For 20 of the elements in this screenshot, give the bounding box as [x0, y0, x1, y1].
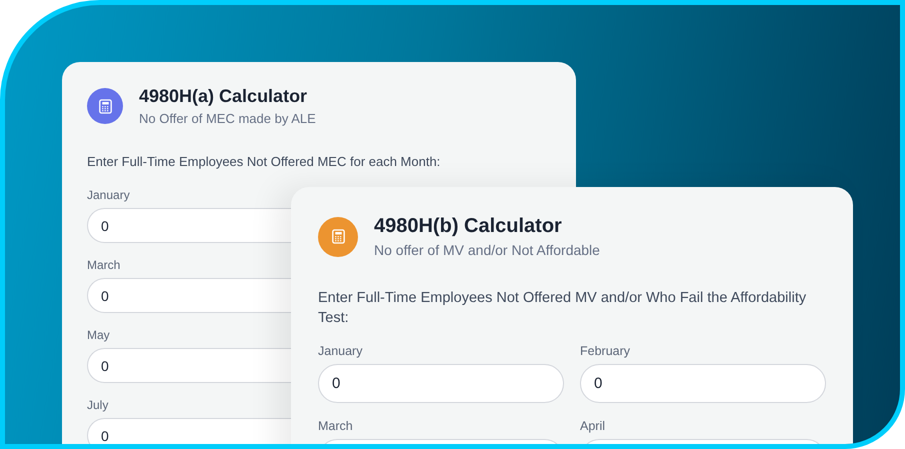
month-label: March	[318, 419, 354, 433]
card-title: 4980H(a) Calculator	[139, 86, 308, 107]
number-input[interactable]: 0	[318, 364, 564, 403]
instruction-text: Enter Full-Time Employees Not Offered MV and/or Who Fail the Affordability Test:	[318, 289, 808, 328]
instruction-text: Enter Full-Time Employees Not Offered MEC for each Month:	[87, 153, 442, 171]
card-subtitle: No Offer of MEC made by ALE	[139, 111, 316, 126]
number-input[interactable]: 0	[87, 418, 291, 444]
month-label: January	[318, 344, 364, 358]
number-input[interactable]: 0	[87, 348, 291, 383]
card-subtitle: No offer of MV and/or Not Affordable	[374, 242, 600, 258]
month-label: April	[580, 419, 606, 433]
card-title: 4980H(b) Calculator	[374, 215, 563, 238]
month-label: July	[87, 398, 110, 412]
month-label: February	[580, 344, 632, 358]
number-input[interactable]: 0	[580, 364, 826, 403]
month-label: March	[87, 258, 122, 272]
number-input[interactable]: 0	[87, 278, 291, 313]
month-label: January	[87, 188, 131, 202]
month-label: May	[87, 328, 111, 342]
number-input[interactable]: 0	[87, 208, 291, 243]
